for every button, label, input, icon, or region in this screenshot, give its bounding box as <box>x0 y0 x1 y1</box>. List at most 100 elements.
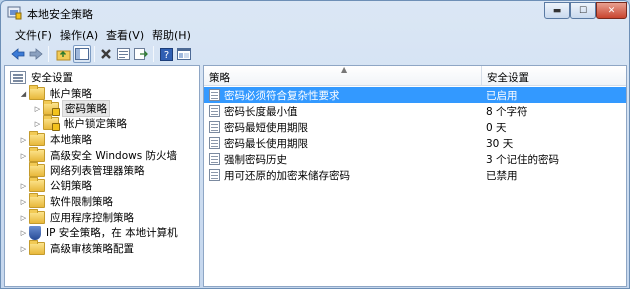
show-hide-tree-icon <box>75 48 89 60</box>
expand-arrow-icon[interactable]: ▷ <box>19 225 28 240</box>
tree-item-password-policy[interactable]: ▷ 密码策略 <box>33 100 110 117</box>
toolbar-separator <box>94 46 95 62</box>
back-button[interactable] <box>9 45 27 63</box>
menu-view[interactable]: 查看(V) <box>104 27 146 42</box>
expand-arrow-icon[interactable]: ▷ <box>19 194 28 209</box>
tree-label: 高级安全 Windows 防火墙 <box>50 150 178 162</box>
tree-item-security-settings[interactable]: 安全设置 <box>10 70 75 85</box>
locked-folder-icon <box>43 115 60 131</box>
maximize-button[interactable]: ☐ <box>570 2 596 19</box>
delete-button[interactable] <box>97 45 115 63</box>
forward-button[interactable] <box>27 45 45 63</box>
up-folder-icon <box>56 50 70 60</box>
table-row[interactable]: 用可还原的加密来储存密码 已禁用 <box>204 167 626 183</box>
forward-arrow-icon <box>29 48 43 60</box>
tree-label: 帐户锁定策略 <box>64 118 127 130</box>
menu-help[interactable]: 帮助(H) <box>150 27 193 42</box>
policy-list: 策略 ▲ 安全设置 密码必须符合复杂性要求 已启用 密码长度最小值 8 个字符 … <box>203 65 627 287</box>
expand-arrow-icon[interactable]: ▷ <box>19 210 28 225</box>
column-header-security-setting[interactable]: 安全设置 <box>482 66 626 86</box>
minimize-icon: ▬ <box>552 5 562 16</box>
column-label: 策略 <box>209 72 230 84</box>
collapse-arrow-icon[interactable]: ◢ <box>19 86 28 101</box>
properties-button[interactable] <box>114 45 132 63</box>
tree-item-account-policies[interactable]: ◢ 帐户策略 <box>19 85 94 101</box>
tree-label: 网络列表管理器策略 <box>50 165 145 177</box>
folder-icon <box>29 85 45 100</box>
expand-arrow-icon[interactable]: ▷ <box>19 148 28 163</box>
title-bar[interactable]: 本地安全策略 ▬ ☐ ✕ <box>1 1 629 25</box>
show-hide-tree-button[interactable] <box>73 45 91 63</box>
tree-label: 公钥策略 <box>50 180 92 192</box>
policy-name: 用可还原的加密来储存密码 <box>224 170 350 182</box>
policy-name: 密码长度最小值 <box>224 106 298 118</box>
folder-icon <box>29 177 45 192</box>
policy-setting: 30 天 <box>486 138 514 150</box>
svg-text:?: ? <box>163 50 168 61</box>
table-row[interactable]: 密码必须符合复杂性要求 已启用 <box>204 87 626 103</box>
properties-icon <box>116 48 130 60</box>
security-settings-icon <box>10 71 26 84</box>
app-window: 本地安全策略 ▬ ☐ ✕ 文件(F) 操作(A) 查看(V) 帮助(H) ? 安… <box>0 0 630 289</box>
menu-bar: 文件(F) 操作(A) 查看(V) 帮助(H) <box>1 25 629 44</box>
expand-arrow-icon[interactable]: ▷ <box>19 241 28 256</box>
tree-item-ip-security[interactable]: ▷ IP 安全策略，在 本地计算机 <box>19 225 180 240</box>
help-icon: ? <box>159 47 173 61</box>
tree-item-local-policies[interactable]: ▷ 本地策略 <box>19 131 94 147</box>
tree-item-public-key-policies[interactable]: ▷ 公钥策略 <box>19 177 94 193</box>
back-arrow-icon <box>11 48 25 60</box>
table-row[interactable]: 密码最短使用期限 0 天 <box>204 119 626 135</box>
policy-icon <box>209 137 220 149</box>
toolbar-separator <box>153 46 154 62</box>
close-button[interactable]: ✕ <box>596 2 627 19</box>
tree-item-advanced-audit[interactable]: ▷ 高级审核策略配置 <box>19 240 136 256</box>
policy-icon <box>209 89 220 101</box>
policy-icon <box>209 153 220 165</box>
policy-name: 密码必须符合复杂性要求 <box>224 90 340 102</box>
folder-icon <box>29 209 45 224</box>
policy-name: 强制密码历史 <box>224 154 287 166</box>
maximize-icon: ☐ <box>578 5 588 16</box>
table-row[interactable]: 密码最长使用期限 30 天 <box>204 135 626 151</box>
tree-label: 高级审核策略配置 <box>50 243 134 255</box>
policy-icon <box>209 169 220 181</box>
up-one-level-button[interactable] <box>54 45 72 63</box>
toolbar: ? <box>1 44 629 65</box>
delete-icon <box>101 49 111 59</box>
expand-arrow-icon[interactable]: ▷ <box>19 132 28 147</box>
tree-label: 本地策略 <box>50 134 92 146</box>
local-security-policy-icon <box>7 5 22 20</box>
column-header-policy[interactable]: 策略 ▲ <box>204 66 481 86</box>
tree-item-windows-firewall[interactable]: ▷ 高级安全 Windows 防火墙 <box>19 147 179 163</box>
minimize-button[interactable]: ▬ <box>544 2 570 19</box>
locked-folder-icon <box>43 100 60 116</box>
tree-label: 应用程序控制策略 <box>50 212 134 224</box>
console-button[interactable] <box>175 45 193 63</box>
export-list-button[interactable] <box>132 45 150 63</box>
folder-icon <box>29 147 45 162</box>
tree-item-network-list-manager[interactable]: 网络列表管理器策略 <box>29 162 147 178</box>
policy-icon <box>209 105 220 117</box>
tree-item-software-restriction[interactable]: ▷ 软件限制策略 <box>19 193 115 209</box>
expand-arrow-icon[interactable]: ▷ <box>33 101 42 116</box>
tree-label: 帐户策略 <box>50 88 92 100</box>
policy-icon <box>209 121 220 133</box>
column-label: 安全设置 <box>487 72 529 84</box>
menu-file[interactable]: 文件(F) <box>13 27 54 42</box>
expand-arrow-icon[interactable]: ▷ <box>33 116 42 131</box>
folder-icon <box>29 131 45 146</box>
menu-action[interactable]: 操作(A) <box>58 27 100 42</box>
policy-name: 密码最长使用期限 <box>224 138 308 150</box>
close-icon: ✕ <box>607 5 616 16</box>
help-button[interactable]: ? <box>157 45 175 63</box>
expand-arrow-icon[interactable]: ▷ <box>19 178 28 193</box>
folder-icon <box>29 193 45 208</box>
policy-setting: 已禁用 <box>486 170 518 182</box>
tree-item-application-control[interactable]: ▷ 应用程序控制策略 <box>19 209 136 225</box>
navigation-tree: 安全设置 ◢ 帐户策略 ▷ 密码策略 ▷ 帐户锁定策略 ▷ 本地策略 ▷ 高级安… <box>4 65 200 287</box>
tree-item-account-lockout-policy[interactable]: ▷ 帐户锁定策略 <box>33 115 129 131</box>
table-row[interactable]: 强制密码历史 3 个记住的密码 <box>204 151 626 167</box>
policy-name: 密码最短使用期限 <box>224 122 308 134</box>
tree-label: 密码策略 <box>62 100 110 117</box>
table-row[interactable]: 密码长度最小值 8 个字符 <box>204 103 626 119</box>
